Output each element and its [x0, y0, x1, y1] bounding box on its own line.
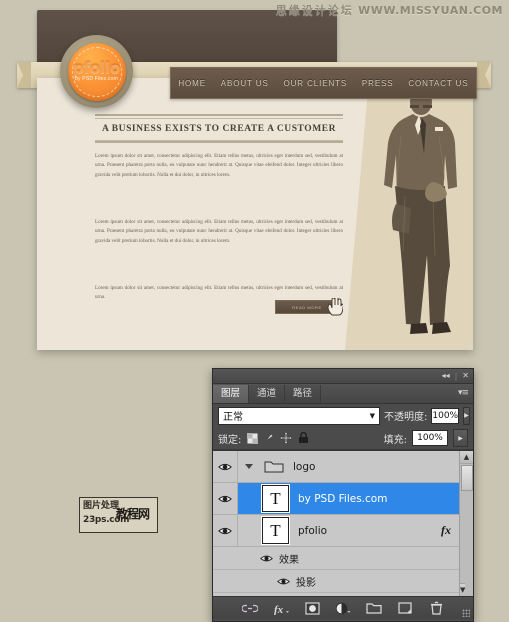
- resize-grip[interactable]: [462, 609, 470, 617]
- headline-rule-bottom: [95, 141, 343, 143]
- eye-icon: [218, 527, 232, 534]
- blend-mode-value: 正常: [223, 412, 243, 423]
- layer-visibility-toggle[interactable]: [213, 451, 238, 482]
- eye-icon: [218, 495, 232, 502]
- eye-icon: [218, 463, 232, 470]
- layer-fx-icon[interactable]: fx: [441, 523, 451, 538]
- table-row[interactable]: T pfolio fx: [213, 515, 473, 547]
- opacity-label: 不透明度:: [384, 412, 428, 423]
- list-item[interactable]: 效果: [213, 547, 473, 570]
- page-headline: A BUSINESS EXISTS TO CREATE A CUSTOMER: [101, 124, 337, 134]
- brush-lock-icon[interactable]: [263, 432, 275, 444]
- site-content-area: A BUSINESS EXISTS TO CREATE A CUSTOMER L…: [37, 78, 473, 350]
- bottom-watermark-box: 图片处理 23ps.com 教程网: [79, 497, 158, 533]
- read-more-label: READ MORE: [292, 304, 322, 310]
- text-layer-thumbnail[interactable]: T: [261, 484, 290, 513]
- nav-item-home[interactable]: HOME: [178, 79, 206, 88]
- headline-block: A BUSINESS EXISTS TO CREATE A CUSTOMER: [95, 114, 343, 143]
- folder-icon: [264, 461, 284, 473]
- fill-input[interactable]: 100%: [412, 430, 448, 446]
- link-layers-icon[interactable]: [242, 601, 258, 615]
- opacity-input[interactable]: 100%: [431, 407, 460, 424]
- site-navigation[interactable]: HOME ABOUT US OUR CLIENTS PRESS CONTACT …: [170, 67, 477, 99]
- watermark-box-line1: 图片处理: [83, 501, 120, 511]
- blend-mode-row: 正常 ▼ 不透明度: 100% ▶: [213, 404, 473, 427]
- list-item[interactable]: 投影: [213, 570, 473, 593]
- scrollbar-thumb[interactable]: [461, 465, 473, 491]
- delete-layer-icon[interactable]: [428, 601, 444, 615]
- logo-wordmark: pfolio: [73, 59, 120, 77]
- new-layer-icon[interactable]: [397, 601, 413, 615]
- tab-paths[interactable]: 路径: [285, 385, 322, 403]
- tab-layers[interactable]: 图层: [213, 385, 250, 403]
- layers-panel-footer: fx: [213, 596, 473, 619]
- lock-row: 锁定: 填充: 100% ▶: [213, 427, 473, 450]
- watermark-forum-name: 思缘设计论坛: [275, 4, 354, 17]
- scroll-down-icon[interactable]: ▼: [460, 583, 466, 596]
- blend-mode-select[interactable]: 正常 ▼: [218, 406, 380, 425]
- text-layer-thumbnail[interactable]: T: [261, 516, 290, 545]
- collapse-panel-icon[interactable]: ◂◂: [442, 372, 450, 380]
- panel-tabs: 图层 通道 路径 ▾≡: [213, 384, 473, 404]
- watermark-box-overlay: 教程网: [116, 507, 150, 521]
- nav-item-our-clients[interactable]: OUR CLIENTS: [283, 79, 347, 88]
- new-group-icon[interactable]: [366, 601, 382, 615]
- layer-visibility-toggle[interactable]: [213, 515, 238, 546]
- photoshop-layers-panel: ◂◂ | ✕ 图层 通道 路径 ▾≡ 正常 ▼ 不透明度: 100% ▶ 锁定:: [212, 368, 474, 622]
- watermark-url: WWW.MISSYUAN.COM: [358, 4, 503, 17]
- nav-item-about-us[interactable]: ABOUT US: [221, 79, 269, 88]
- lock-label: 锁定:: [218, 434, 242, 446]
- transparency-lock-icon[interactable]: [246, 432, 258, 444]
- layers-list[interactable]: logo T by PSD Files.com T pfolio fx 效果 投…: [213, 450, 473, 596]
- layer-name[interactable]: by PSD Files.com: [298, 493, 387, 505]
- headline-rule-top: [95, 114, 343, 116]
- drop-shadow-label[interactable]: 投影: [296, 574, 316, 589]
- add-layer-style-icon[interactable]: fx: [273, 601, 289, 615]
- layer-name[interactable]: logo: [293, 461, 315, 473]
- panel-titlebar: ◂◂ | ✕: [213, 369, 473, 384]
- panel-menu-icon[interactable]: ▾≡: [458, 388, 469, 398]
- table-row[interactable]: T by PSD Files.com: [213, 483, 473, 515]
- all-lock-icon[interactable]: [297, 432, 309, 444]
- opacity-spinner-icon[interactable]: ▶: [463, 406, 470, 425]
- nav-item-contact-us[interactable]: CONTACT US: [408, 79, 468, 88]
- triangle-down-icon: [245, 464, 253, 469]
- new-adjustment-layer-icon[interactable]: [335, 601, 351, 615]
- chevron-down-icon: ▼: [369, 411, 375, 420]
- close-icon[interactable]: ✕: [462, 372, 469, 380]
- group-expand-toggle[interactable]: [238, 464, 260, 469]
- website-mockup: HOME ABOUT US OUR CLIENTS PRESS CONTACT …: [17, 10, 491, 358]
- body-paragraph-1: Lorem ipsum dolor sit amet, consectetur …: [95, 153, 343, 178]
- table-row[interactable]: logo: [213, 451, 473, 483]
- logo-inner-circle: pfolio by PSD Files.com: [67, 42, 126, 101]
- layer-name[interactable]: pfolio: [298, 525, 327, 537]
- top-watermark: 思缘设计论坛 WWW.MISSYUAN.COM: [276, 2, 503, 18]
- add-layer-mask-icon[interactable]: [304, 601, 320, 615]
- eye-icon[interactable]: [260, 554, 273, 563]
- fill-label: 填充:: [383, 434, 407, 446]
- layers-scrollbar[interactable]: ▲ ▼: [459, 451, 473, 596]
- eye-icon[interactable]: [277, 577, 290, 586]
- fill-spinner-icon[interactable]: ▶: [453, 429, 468, 447]
- effects-label[interactable]: 效果: [279, 551, 299, 566]
- tab-channels[interactable]: 通道: [249, 385, 286, 403]
- layer-visibility-toggle[interactable]: [213, 483, 238, 514]
- logo-subtitle: by PSD Files.com: [75, 76, 118, 82]
- nav-item-press[interactable]: PRESS: [362, 79, 394, 88]
- titlebar-separator: |: [454, 371, 458, 381]
- body-paragraph-2: Lorem ipsum dolor sit amet, consectetur …: [95, 219, 343, 244]
- svg-text:fx: fx: [274, 604, 284, 615]
- suit-man-illustration: [384, 86, 457, 334]
- site-logo-badge[interactable]: pfolio by PSD Files.com: [60, 35, 133, 108]
- scroll-up-icon[interactable]: ▲: [460, 451, 473, 464]
- move-lock-icon[interactable]: [280, 432, 293, 444]
- hand-cursor-icon: [327, 298, 343, 316]
